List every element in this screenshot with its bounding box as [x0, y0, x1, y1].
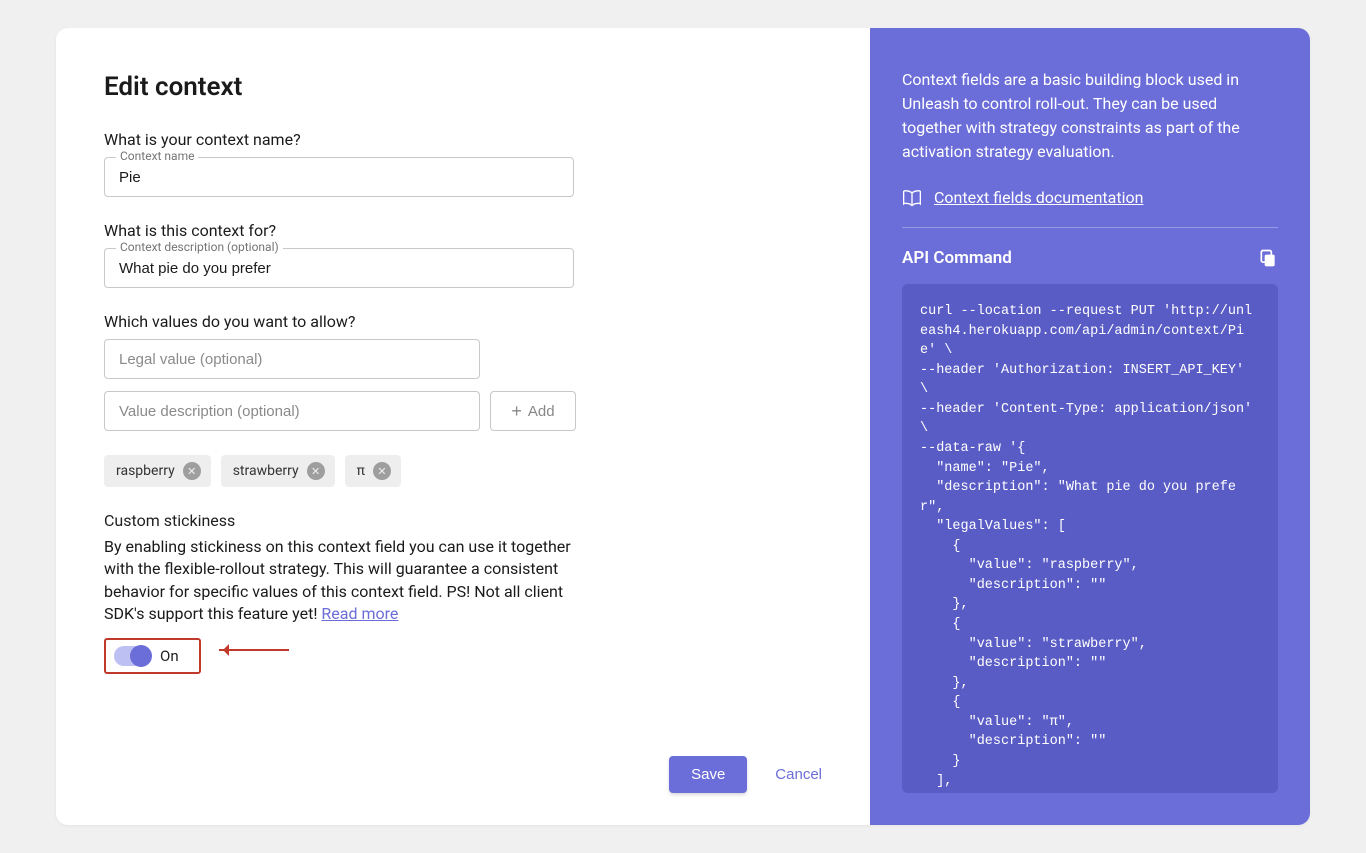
name-field-label: Context name	[116, 149, 198, 163]
chips-row: raspberry ✕ strawberry ✕ π ✕	[104, 455, 822, 487]
values-question: Which values do you want to allow?	[104, 312, 822, 331]
cancel-button[interactable]: Cancel	[775, 756, 822, 793]
value-description-input[interactable]	[104, 391, 480, 431]
context-name-input[interactable]	[104, 157, 574, 197]
add-button[interactable]: + Add	[490, 391, 576, 431]
form-actions: Save Cancel	[104, 736, 822, 793]
api-command-title: API Command	[902, 248, 1012, 268]
desc-question: What is this context for?	[104, 221, 822, 240]
add-label: Add	[528, 403, 555, 420]
stickiness-toggle-highlight: On	[104, 638, 201, 674]
info-panel: Context fields are a basic building bloc…	[870, 28, 1310, 825]
stickiness-toggle[interactable]	[114, 646, 150, 666]
context-description-input[interactable]	[104, 248, 574, 288]
info-description: Context fields are a basic building bloc…	[902, 68, 1278, 164]
desc-field-label: Context description (optional)	[116, 240, 283, 254]
plus-icon: +	[511, 402, 522, 420]
chip-label: π	[357, 463, 365, 479]
chip-raspberry: raspberry ✕	[104, 455, 211, 487]
dialog: Edit context What is your context name? …	[56, 28, 1310, 825]
api-header: API Command	[902, 248, 1278, 268]
stickiness-title: Custom stickiness	[104, 511, 822, 530]
name-question: What is your context name?	[104, 130, 822, 149]
read-more-link[interactable]: Read more	[321, 604, 398, 623]
chip-label: strawberry	[233, 463, 299, 479]
book-icon	[902, 189, 922, 207]
desc-field-wrap: Context description (optional)	[104, 248, 574, 288]
chip-remove-icon[interactable]: ✕	[373, 462, 391, 480]
form-panel: Edit context What is your context name? …	[56, 28, 870, 825]
legal-value-input[interactable]	[104, 339, 480, 379]
documentation-link[interactable]: Context fields documentation	[934, 188, 1143, 207]
save-button[interactable]: Save	[669, 756, 747, 793]
api-code-block: curl --location --request PUT 'http://un…	[902, 284, 1278, 793]
toggle-label: On	[160, 647, 179, 665]
page-title: Edit context	[104, 72, 822, 102]
chip-remove-icon[interactable]: ✕	[183, 462, 201, 480]
chip-pi: π ✕	[345, 455, 401, 487]
annotation-arrow-icon	[219, 649, 289, 651]
doc-link-row: Context fields documentation	[902, 188, 1278, 228]
chip-remove-icon[interactable]: ✕	[307, 462, 325, 480]
stickiness-description: By enabling stickiness on this context f…	[104, 536, 574, 626]
chip-label: raspberry	[116, 463, 175, 479]
name-field-wrap: Context name	[104, 157, 574, 197]
chip-strawberry: strawberry ✕	[221, 455, 335, 487]
toggle-thumb	[130, 645, 152, 667]
copy-icon[interactable]	[1258, 248, 1278, 268]
